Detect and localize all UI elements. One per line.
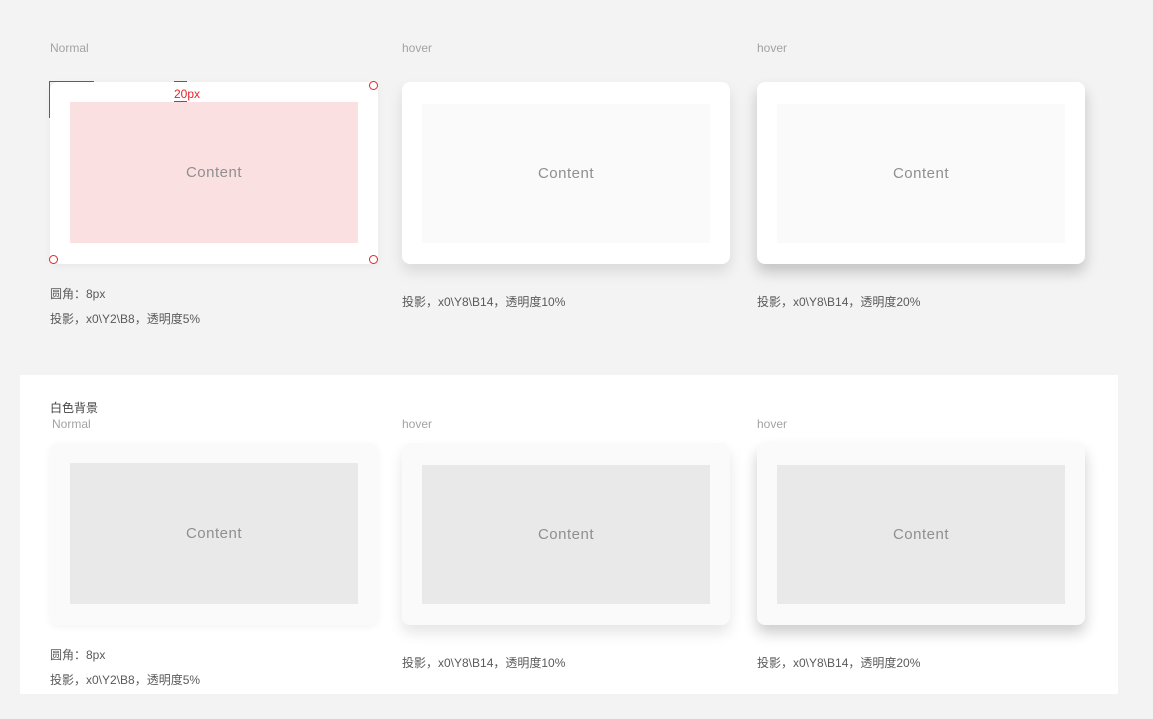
- card-normal[interactable]: Content: [50, 82, 378, 264]
- spec-shadow: 投影，x0\Y8\B14，透明度10%: [402, 295, 566, 309]
- content-area: Content: [777, 465, 1065, 604]
- content-label: Content: [892, 526, 950, 543]
- card-hover-20[interactable]: Content: [757, 82, 1085, 264]
- resize-handle[interactable]: [369, 255, 378, 264]
- measure-line: [174, 81, 187, 82]
- content-area: Content: [777, 104, 1065, 243]
- card-normal[interactable]: Content: [50, 443, 378, 625]
- content-label: Content: [537, 165, 595, 182]
- spec-shadow: 投影，x0\Y2\B8，透明度5%: [50, 312, 201, 326]
- spec-radius: 圆角：8px: [50, 648, 106, 662]
- state-label-normal: Normal: [52, 417, 91, 431]
- state-label-hover: hover: [402, 41, 433, 55]
- content-area: Content: [422, 465, 710, 604]
- content-label: Content: [185, 164, 243, 181]
- content-area: Content: [422, 104, 710, 243]
- resize-handle[interactable]: [49, 255, 58, 264]
- padding-measure-label: 20px: [174, 87, 201, 101]
- state-label-hover: hover: [402, 417, 433, 431]
- content-area: Content: [70, 463, 358, 604]
- card-hover-20[interactable]: Content: [757, 443, 1085, 625]
- measure-line: [49, 81, 50, 118]
- state-label-hover: hover: [757, 417, 788, 431]
- content-label: Content: [185, 525, 243, 542]
- spec-radius: 圆角：8px: [50, 287, 106, 301]
- spec-shadow: 投影，x0\Y2\B8，透明度5%: [50, 673, 201, 687]
- content-label: Content: [892, 165, 950, 182]
- content-area: Content: [70, 102, 358, 243]
- spec-shadow: 投影，x0\Y8\B14，透明度10%: [402, 656, 566, 670]
- card-hover-10[interactable]: Content: [402, 82, 730, 264]
- section-title: 白色背景: [50, 401, 99, 415]
- measure-line: [49, 81, 94, 82]
- state-label-normal: Normal: [50, 41, 89, 55]
- state-label-hover: hover: [757, 41, 788, 55]
- resize-handle[interactable]: [369, 81, 378, 90]
- content-label: Content: [537, 526, 595, 543]
- card-hover-10[interactable]: Content: [402, 443, 730, 625]
- spec-shadow: 投影，x0\Y8\B14，透明度20%: [757, 656, 921, 670]
- spec-shadow: 投影，x0\Y8\B14，透明度20%: [757, 295, 921, 309]
- measure-line: [174, 101, 187, 102]
